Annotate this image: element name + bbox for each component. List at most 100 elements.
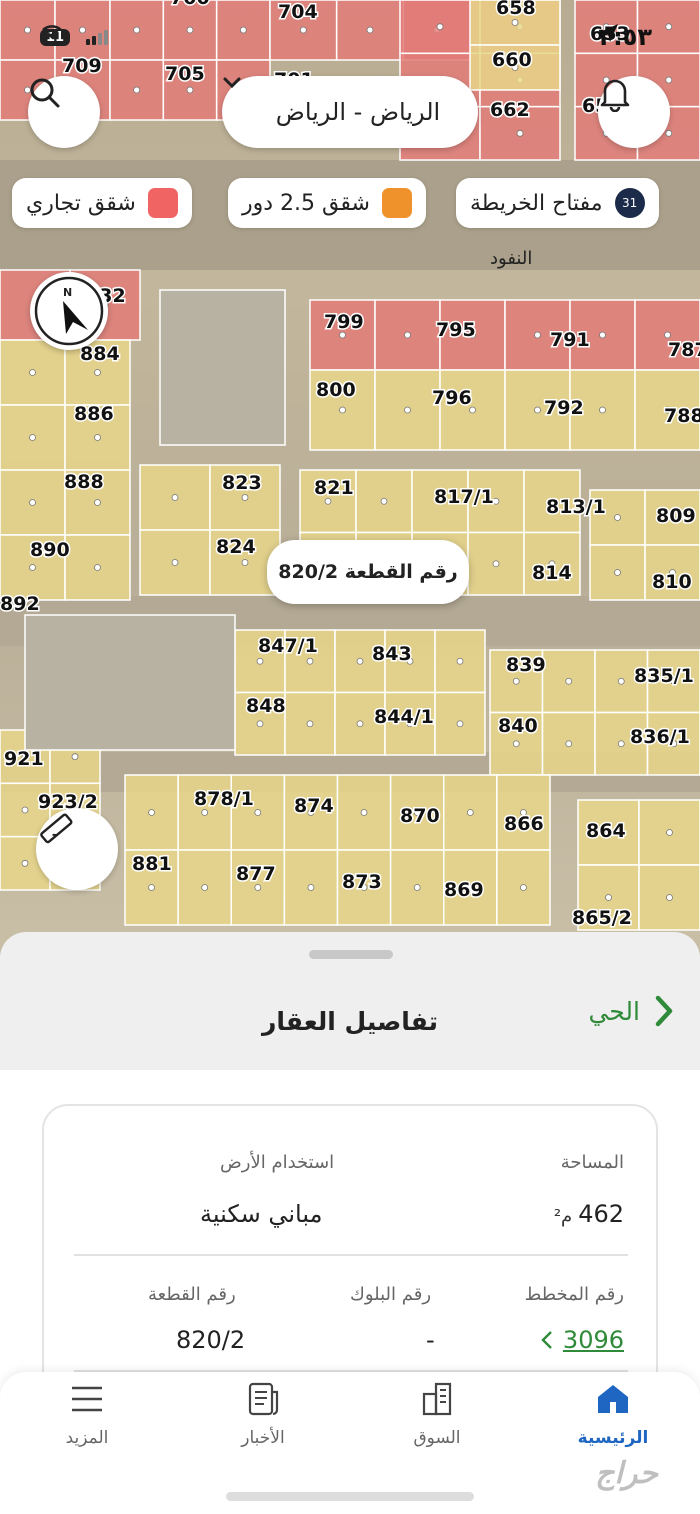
empty-lot[interactable]	[159, 289, 286, 446]
legend-commercial-label: شقق تجاري	[26, 190, 136, 216]
lot-center-marker	[512, 740, 520, 748]
lot-center-marker	[21, 859, 29, 867]
lot-number-label: 843	[372, 643, 412, 665]
lot-center-marker	[511, 19, 519, 26]
map-key-button[interactable]: مفتاح الخريطة 31	[456, 178, 659, 228]
street-label: النفود	[490, 248, 533, 269]
legend-apartments-label: شقق 2.5 دور	[242, 190, 370, 216]
lot-number-label: 844/1	[374, 706, 434, 728]
area-unit: م²	[553, 1206, 573, 1227]
lot-center-marker	[356, 720, 364, 728]
lot-number-label: 869	[444, 879, 484, 901]
lot-center-marker	[466, 809, 474, 816]
plan-number-link[interactable]: 3096	[541, 1326, 624, 1354]
lot-center-marker	[254, 809, 262, 816]
lot-center-marker	[605, 894, 612, 901]
lot-center-marker	[133, 86, 141, 94]
legend-chip-apartments[interactable]: شقق 2.5 دور	[228, 178, 426, 228]
lot-number-label: 788	[664, 405, 700, 427]
lot-number-label: 878/1	[194, 788, 254, 810]
lot-center-marker	[512, 677, 520, 685]
tab-market[interactable]: السوق	[382, 1380, 492, 1460]
lot-center-marker	[666, 829, 673, 836]
tab-more[interactable]: المزيد	[32, 1380, 142, 1460]
chevron-left-icon	[541, 1331, 552, 1349]
lot-number-label: 823	[222, 472, 262, 494]
map-key-label: مفتاح الخريطة	[470, 190, 603, 216]
lot-center-marker	[534, 331, 541, 339]
tab-news-label: الأخبار	[241, 1428, 285, 1448]
bottom-tab-bar: الرئيسية السوق الأخبار المزيد حراج	[0, 1372, 700, 1514]
newspaper-icon	[248, 1382, 279, 1416]
plan-number-label: رقم المخطط	[524, 1284, 624, 1305]
map-view[interactable]: 7007047097057016586606626536548328848868…	[0, 0, 700, 960]
home-indicator	[226, 1492, 474, 1501]
lot-number-label: 796	[432, 387, 472, 409]
neighborhood-link[interactable]: الحي	[588, 994, 674, 1028]
lot-number-label: 821	[314, 477, 354, 499]
legend-chip-commercial[interactable]: شقق تجاري	[12, 178, 192, 228]
lot-center-marker	[617, 677, 625, 685]
selected-plot-tooltip[interactable]: رقم القطعة 820/2	[267, 540, 469, 604]
lot-number-label: 877	[236, 863, 276, 885]
menu-icon	[72, 1386, 102, 1412]
lot-number-label: 705	[165, 63, 205, 85]
buildings-icon	[422, 1382, 452, 1416]
tab-home[interactable]: الرئيسية	[558, 1380, 668, 1460]
measure-button[interactable]	[36, 808, 118, 890]
lot-number-label: 817/1	[434, 486, 494, 508]
status-bar-left: 11	[40, 22, 109, 52]
lot-number-label: 809	[656, 505, 696, 527]
lot-number-label: 874	[294, 795, 334, 817]
lot-number-label: 791	[550, 329, 590, 351]
neighborhood-link-label: الحي	[588, 996, 640, 1026]
compass-button[interactable]: N	[30, 272, 108, 350]
lot-number-label: 795	[436, 319, 476, 341]
lot-number-label: 814	[532, 562, 572, 584]
lot-number-label: 800	[316, 379, 356, 401]
lot-number-label: 700	[170, 0, 210, 9]
lot-center-marker	[148, 884, 155, 891]
lot-center-marker	[307, 884, 315, 891]
lot-number-label: 840	[498, 715, 538, 737]
plan-number-value: 3096	[562, 1326, 624, 1354]
lot-center-marker	[617, 740, 625, 748]
lot-center-marker	[366, 26, 374, 34]
sheet-grabber[interactable]	[309, 950, 393, 959]
lot-center-marker	[565, 740, 573, 748]
lot-center-marker	[324, 497, 332, 505]
notifications-button[interactable]	[598, 76, 670, 148]
lot-center-marker	[201, 809, 209, 816]
lot-number-label: 847/1	[258, 635, 318, 657]
lot-center-marker	[256, 720, 264, 728]
lot-center-marker	[94, 564, 101, 571]
lot-center-marker	[254, 884, 262, 891]
lot-center-marker	[404, 331, 411, 339]
lot-number-label: 890	[30, 539, 70, 561]
ruler-icon	[40, 813, 73, 844]
bell-icon	[600, 79, 630, 112]
lot-center-marker	[241, 494, 249, 501]
lot-center-marker	[94, 434, 101, 441]
search-button[interactable]	[28, 76, 100, 148]
lot-center-marker	[29, 369, 36, 376]
lot-number-label: 824	[216, 536, 256, 558]
block-number-value: -	[426, 1326, 435, 1354]
tab-news[interactable]: الأخبار	[208, 1380, 318, 1460]
lot-center-marker	[516, 129, 524, 137]
lot-center-marker	[534, 406, 541, 414]
lot-number-label: 792	[544, 397, 584, 419]
lot-center-marker	[133, 26, 141, 34]
lot-center-marker	[94, 369, 101, 376]
lot-center-marker	[29, 499, 36, 506]
lot-center-marker	[71, 753, 79, 761]
lot-center-marker	[29, 434, 36, 441]
lot-center-marker	[520, 884, 527, 891]
lot-center-marker	[24, 26, 31, 34]
legend-commercial-swatch	[147, 188, 178, 218]
lot-center-marker	[380, 497, 388, 505]
empty-lot[interactable]	[24, 614, 236, 751]
lot-center-marker	[665, 76, 673, 84]
tab-more-label: المزيد	[65, 1428, 109, 1448]
city-select[interactable]: الرياض - الرياض	[222, 76, 478, 148]
